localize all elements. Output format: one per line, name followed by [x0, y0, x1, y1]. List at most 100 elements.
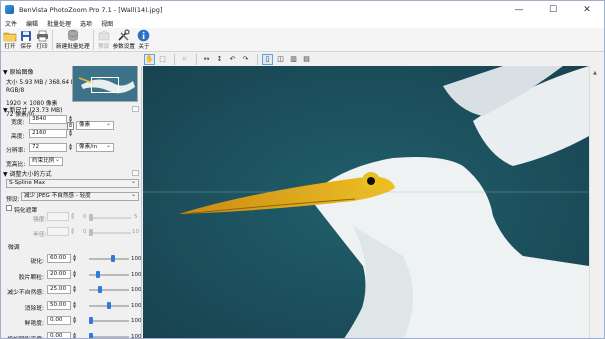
- split-vertical-button[interactable]: ◫: [275, 54, 286, 65]
- radius-slider-thumb[interactable]: [89, 229, 93, 236]
- vertical-scrollbar[interactable]: ▲: [589, 66, 604, 338]
- finetune-slider-thumb[interactable]: [96, 270, 101, 278]
- close-button[interactable]: ✕: [570, 1, 604, 18]
- unit-select[interactable]: 像素: [76, 120, 114, 130]
- strength-input[interactable]: [47, 212, 69, 221]
- finetune-value-input[interactable]: 50.00: [47, 300, 71, 310]
- hand-tool-button[interactable]: ✋: [144, 53, 155, 65]
- fit-width-button[interactable]: ↔: [201, 54, 212, 65]
- finetune-spinner[interactable]: ▲ ▼: [72, 269, 77, 279]
- preset-select[interactable]: 减少 JPEG 不自然感 - 轻度: [21, 191, 139, 201]
- finetune-slider-thumb[interactable]: [107, 301, 111, 309]
- finetune-slider-track[interactable]: [89, 289, 129, 291]
- finetune-slider-track[interactable]: [89, 258, 129, 260]
- finetune-slider-track[interactable]: [89, 335, 129, 338]
- minimize-button[interactable]: —: [502, 1, 536, 18]
- fit-height-button[interactable]: ↕: [214, 54, 225, 65]
- database-icon: [66, 29, 80, 42]
- strength-spinner[interactable]: ▲ ▼: [70, 212, 75, 221]
- toolbar-separator: [92, 30, 94, 50]
- save-button[interactable]: 保存: [19, 28, 33, 50]
- menu-file[interactable]: 文件: [5, 19, 17, 28]
- finetune-slider-thumb[interactable]: [89, 332, 93, 338]
- viewport-rectangle[interactable]: [91, 77, 119, 93]
- about-button[interactable]: 关于: [137, 28, 151, 50]
- rotate-right-button[interactable]: ↷: [240, 54, 251, 65]
- save-label: 保存: [20, 44, 32, 50]
- settings-label: 参数设置: [112, 44, 135, 50]
- finetune-spinner[interactable]: ▲ ▼: [72, 316, 77, 325]
- finetune-value-input[interactable]: 0.00: [47, 331, 71, 338]
- finetune-value-input[interactable]: 0.00: [47, 316, 71, 325]
- resize-section-header[interactable]: ▼ 调整大小的方式: [3, 169, 52, 178]
- chain-lock-icon[interactable]: 8: [67, 122, 74, 130]
- rotate-left-button[interactable]: ↶: [227, 54, 238, 65]
- width-input[interactable]: 3840: [29, 115, 67, 124]
- height-spinner[interactable]: ▲ ▼: [68, 129, 73, 138]
- newsize-header: 新尺寸 (23.73 MB): [9, 107, 63, 114]
- rotate-right-icon: ↷: [242, 55, 249, 63]
- finetune-spinner[interactable]: ▲ ▼: [72, 285, 77, 294]
- crop-select-button[interactable]: ⬚: [157, 54, 168, 65]
- newsize-section-header[interactable]: ▼ 新尺寸 (23.73 MB): [3, 105, 63, 114]
- radius-input[interactable]: [47, 227, 69, 236]
- finetune-label: 减少不自然感:: [7, 290, 44, 296]
- strength-slider-track[interactable]: [89, 217, 131, 219]
- finetune-slider-thumb[interactable]: [89, 317, 93, 324]
- open-label: 打开: [4, 44, 16, 50]
- menu-edit[interactable]: 编辑: [26, 19, 38, 28]
- menu-batch[interactable]: 批量处理: [47, 19, 71, 28]
- split-vertical-2-button[interactable]: ▥: [288, 54, 299, 65]
- resolution-spinner[interactable]: ▲ ▼: [68, 143, 73, 152]
- app-window: BenVista PhotoZoom Pro 7.1 - [Wall(14).j…: [0, 0, 605, 339]
- vertical-arrows-icon: ↕: [216, 55, 223, 63]
- print-button[interactable]: 打印: [35, 28, 49, 50]
- finetune-max: 100: [131, 256, 142, 262]
- finetune-spinner[interactable]: ▲ ▼: [72, 300, 77, 310]
- crop-button[interactable]: ⌗: [179, 54, 190, 65]
- radius-slider-track[interactable]: [89, 232, 131, 234]
- unsharp-checkbox[interactable]: [6, 205, 12, 211]
- resolution-unit-select[interactable]: 像素/in: [76, 142, 114, 152]
- resolution-input[interactable]: 72: [29, 143, 67, 152]
- method-select[interactable]: S-Spline Max: [6, 178, 139, 188]
- settings-button[interactable]: 参数设置: [113, 28, 135, 50]
- split-horizontal-icon: ▤: [303, 55, 310, 63]
- menu-bar: 文件 编辑 批量处理 选项 视图: [1, 18, 604, 28]
- strength-max: 5: [134, 214, 138, 220]
- finetune-value-input[interactable]: 20.00: [47, 269, 71, 279]
- settings-panel: ▼ 原始图像 大小 5.93 MB / 368.64 KB RGB/8 1920…: [1, 66, 142, 338]
- navigator-thumbnail[interactable]: [72, 66, 138, 102]
- finetune-slider-track[interactable]: [89, 320, 129, 322]
- finetune-max: 100: [131, 287, 142, 293]
- radius-spinner[interactable]: ▲ ▼: [70, 227, 75, 236]
- single-view-button[interactable]: ▯: [262, 53, 273, 65]
- finetune-slider-thumb[interactable]: [110, 255, 115, 262]
- menu-options[interactable]: 选项: [80, 19, 92, 28]
- collapse-button[interactable]: [132, 106, 139, 112]
- batch-button[interactable]: 新建批量处理: [56, 28, 90, 50]
- scroll-up-icon[interactable]: ▲: [593, 70, 597, 76]
- height-input[interactable]: 2160: [29, 129, 67, 138]
- split-vertical-icon: ◫: [277, 55, 284, 63]
- image-canvas[interactable]: [143, 66, 589, 338]
- finetune-spinner[interactable]: ▲ ▼: [72, 254, 77, 263]
- finetune-max: 100: [131, 318, 142, 324]
- strength-slider-thumb[interactable]: [89, 214, 93, 221]
- collapse-button[interactable]: [132, 170, 139, 176]
- finetune-value-input[interactable]: 25.00: [47, 285, 71, 294]
- finetune-value-input[interactable]: 60.00: [47, 254, 71, 263]
- original-section-header[interactable]: ▼ 原始图像: [3, 67, 34, 76]
- about-label: 关于: [138, 44, 150, 50]
- finetune-label: 胶片颗粒:: [18, 274, 44, 281]
- open-button[interactable]: 打开: [3, 28, 17, 50]
- split-horizontal-button[interactable]: ▤: [301, 54, 312, 65]
- aspect-select[interactable]: 约束比例: [29, 156, 63, 166]
- finetune-slider-thumb[interactable]: [98, 286, 102, 293]
- floppy-icon: [19, 29, 33, 42]
- maximize-button[interactable]: ☐: [536, 1, 570, 18]
- finetune-slider-track[interactable]: [89, 273, 129, 276]
- preset-button[interactable]: 预设: [97, 28, 111, 50]
- menu-view[interactable]: 视图: [101, 19, 113, 28]
- finetune-spinner[interactable]: ▲ ▼: [72, 331, 77, 338]
